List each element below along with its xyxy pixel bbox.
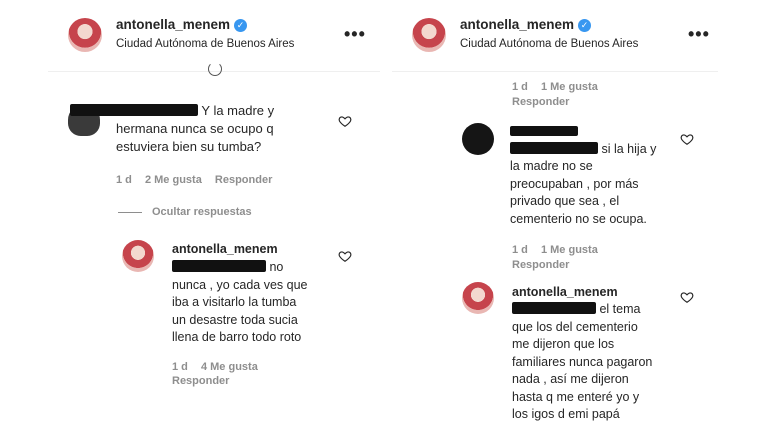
- comment-time: 1 d: [116, 174, 132, 186]
- like-heart-icon[interactable]: [680, 290, 694, 304]
- comment-meta: 1 d 2 Me gusta Responder: [116, 174, 282, 186]
- profile-avatar[interactable]: [68, 18, 102, 52]
- comment-line: me dijeron que los: [512, 337, 615, 351]
- comment-line: llena de barro todo roto: [172, 330, 302, 344]
- like-heart-icon[interactable]: [338, 249, 352, 263]
- hide-replies-label[interactable]: Ocultar respuestas: [152, 206, 252, 218]
- username-text[interactable]: antonella_menem: [116, 17, 230, 32]
- commenter-avatar-redacted[interactable]: [462, 123, 494, 155]
- more-options-icon[interactable]: •••: [344, 24, 366, 45]
- reply-avatar[interactable]: [122, 240, 154, 272]
- comment-line: cementerio no se ocupa.: [510, 211, 647, 226]
- comment-time: 1 d: [172, 361, 188, 373]
- comment-likes[interactable]: 2 Me gusta: [145, 174, 202, 186]
- redacted-mention: [510, 141, 598, 154]
- comment-time: 1 d: [512, 81, 528, 93]
- redacted-username: [510, 126, 578, 136]
- comment-likes[interactable]: 4 Me gusta: [201, 361, 258, 373]
- comment-line: que los del cementerio: [512, 319, 638, 334]
- reply-button[interactable]: Responder: [512, 96, 569, 108]
- reply-body: el tema que los del cementerio me dijero…: [512, 301, 682, 424]
- comment-line: nunca , yo cada ves que: [172, 277, 308, 292]
- previous-comment-meta: 1 d 1 Me gusta: [512, 81, 608, 93]
- comment-line: familiares nunca pagaron: [512, 354, 653, 369]
- comment-line: el tema: [599, 302, 641, 316]
- reply-avatar[interactable]: [462, 282, 494, 314]
- comment-icon-partial: [208, 62, 222, 76]
- reply-button[interactable]: Responder: [215, 174, 272, 186]
- reply-username[interactable]: antonella_menem: [172, 242, 278, 256]
- reply-button[interactable]: Responder: [172, 375, 229, 387]
- verified-badge-icon: ✓: [578, 19, 592, 32]
- hide-replies-toggle[interactable]: Ocultar respuestas: [118, 206, 262, 218]
- redacted-mention: [512, 302, 596, 314]
- header-username[interactable]: antonella_menem ✓: [116, 17, 248, 32]
- comment-line: iba a visitarlo la tumba: [172, 295, 297, 309]
- comment-time: 1 d: [512, 244, 528, 256]
- comment-likes[interactable]: 1 Me gusta: [541, 81, 598, 93]
- profile-avatar[interactable]: [412, 18, 446, 52]
- comment-meta: 1 d 1 Me gusta: [512, 244, 608, 256]
- comment-line: privado que sea , el: [510, 194, 620, 208]
- comment-line: Y la madre y: [201, 103, 275, 118]
- comment-line: preocupaban , por más: [510, 176, 639, 191]
- comment-body: si la hija y la madre no se preocupaban …: [510, 123, 690, 228]
- verified-badge-icon: ✓: [234, 19, 248, 32]
- comment-line: hermana nunca se ocupo q: [116, 121, 274, 136]
- comment-line: los igos d emi papá: [512, 407, 620, 421]
- right-screenshot-panel: antonella_menem ✓ Ciudad Autónoma de Buen…: [392, 0, 718, 432]
- comment-line: la madre no se: [510, 159, 593, 173]
- comment-line: si la hija y: [601, 141, 657, 156]
- like-heart-icon[interactable]: [680, 132, 694, 146]
- like-heart-icon[interactable]: [338, 114, 352, 128]
- reply-body: no nunca , yo cada ves que iba a visitar…: [172, 259, 342, 347]
- comment-line: un desastre toda sucia: [172, 312, 298, 327]
- reply-button[interactable]: Responder: [512, 259, 569, 271]
- comment-line: no: [269, 260, 284, 274]
- comment-line: estuviera bien su tumba?: [116, 139, 262, 154]
- post-header: antonella_menem ✓ Ciudad Autónoma de Buen…: [392, 0, 718, 72]
- reply-meta: 1 d 4 Me gusta: [172, 361, 268, 373]
- username-text[interactable]: antonella_menem: [460, 17, 574, 32]
- divider-line: [118, 211, 142, 213]
- header-username[interactable]: antonella_menem ✓: [460, 17, 592, 32]
- header-location[interactable]: Ciudad Autónoma de Buenos Aires: [116, 38, 294, 50]
- comment-likes[interactable]: 1 Me gusta: [541, 244, 598, 256]
- comment-body: Y la madre y hermana nunca se ocupo q es…: [70, 102, 340, 156]
- reply-username[interactable]: antonella_menem: [512, 285, 618, 299]
- header-location[interactable]: Ciudad Autónoma de Buenos Aires: [460, 38, 638, 50]
- left-screenshot-panel: antonella_menem ✓ Ciudad Autónoma de Buen…: [48, 0, 380, 432]
- comment-line: hasta q me enteré yo y: [512, 389, 640, 404]
- redacted-username: [70, 104, 198, 116]
- comment-line: nada , así me dijeron: [512, 372, 629, 386]
- redacted-mention: [172, 260, 266, 272]
- more-options-icon[interactable]: •••: [688, 24, 710, 45]
